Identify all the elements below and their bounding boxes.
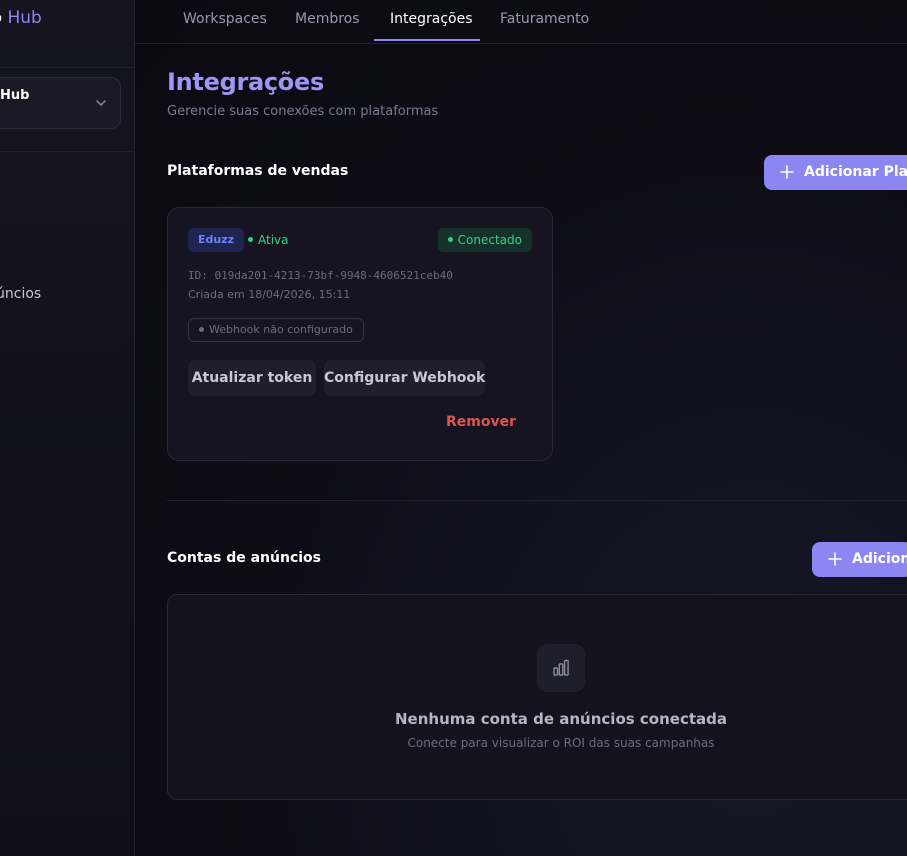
add-platform-label: Adicionar Plataforma	[804, 164, 907, 180]
empty-icon-container	[537, 644, 585, 692]
sidebar-item-ads[interactable]: úncios	[0, 286, 41, 302]
webhook-dot-icon	[199, 326, 204, 332]
tab-workspaces[interactable]: Workspaces	[183, 11, 267, 27]
workspace-selector[interactable]: Hub	[0, 77, 121, 129]
configure-webhook-button[interactable]: Configurar Webhook	[324, 360, 485, 396]
page-subtitle: Gerencie suas conexões com plataformas	[167, 104, 439, 119]
brand-suffix: Hub	[7, 8, 42, 28]
sidebar-divider-top	[0, 67, 134, 68]
update-token-button[interactable]: Atualizar token	[188, 360, 316, 396]
main-content: Workspaces Membros Integrações Faturamen…	[135, 0, 907, 856]
created-date: Criada em 18/04/2026, 15:11	[188, 288, 351, 301]
app-root: ro Hub Hub l úncios Workspaces Membros I…	[0, 0, 907, 856]
settings-tabs: Workspaces Membros Integrações Faturamen…	[135, 0, 907, 44]
webhook-status-badge: Webhook não configurado	[188, 318, 364, 342]
active-tab-indicator	[374, 39, 480, 41]
sidebar-divider	[0, 151, 134, 152]
platform-badge: Eduzz	[188, 228, 245, 252]
page-title: Integrações	[167, 68, 324, 96]
ad-accounts-empty-state: Nenhuma conta de anúncios conectada Cone…	[167, 594, 907, 800]
add-ad-account-label: Adicionar	[852, 551, 907, 567]
ads-section-title: Contas de anúncios	[167, 550, 321, 566]
connection-label: Conectado	[457, 233, 522, 247]
sales-section-title: Plataformas de vendas	[167, 163, 349, 179]
integration-id: ID: 019da201-4213-73bf-9948-4606521ceb40	[188, 269, 453, 282]
platform-card-eduzz: Eduzz Ativa Conectado ID: 019da201-4213-…	[167, 207, 553, 461]
brand-logo[interactable]: ro Hub	[0, 8, 42, 28]
empty-state-subtitle: Conecte para visualizar o ROI das suas c…	[407, 736, 715, 750]
status-active: Ativa	[248, 233, 289, 247]
workspace-name: Hub	[0, 88, 30, 103]
status-dot-icon	[248, 237, 253, 242]
empty-state-title: Nenhuma conta de anúncios conectada	[395, 710, 727, 728]
sidebar: ro Hub Hub l úncios	[0, 0, 135, 856]
webhook-status-label: Webhook não configurado	[209, 323, 353, 336]
tab-membros[interactable]: Membros	[295, 11, 360, 27]
add-ad-account-button[interactable]: Adicionar	[812, 542, 907, 577]
tab-integracoes[interactable]: Integrações	[390, 11, 473, 27]
plus-icon	[780, 165, 794, 179]
plus-icon	[828, 552, 842, 566]
bar-chart-icon	[553, 659, 569, 676]
add-platform-button[interactable]: Adicionar Plataforma	[764, 155, 907, 190]
brand-prefix: ro	[0, 8, 2, 28]
tab-faturamento[interactable]: Faturamento	[500, 11, 589, 27]
connection-badge: Conectado	[437, 228, 532, 252]
chevron-down-icon	[96, 100, 106, 106]
status-active-label: Ativa	[258, 233, 289, 247]
connection-dot-icon	[447, 237, 453, 242]
section-divider	[167, 500, 907, 501]
remove-button[interactable]: Remover	[446, 414, 516, 430]
